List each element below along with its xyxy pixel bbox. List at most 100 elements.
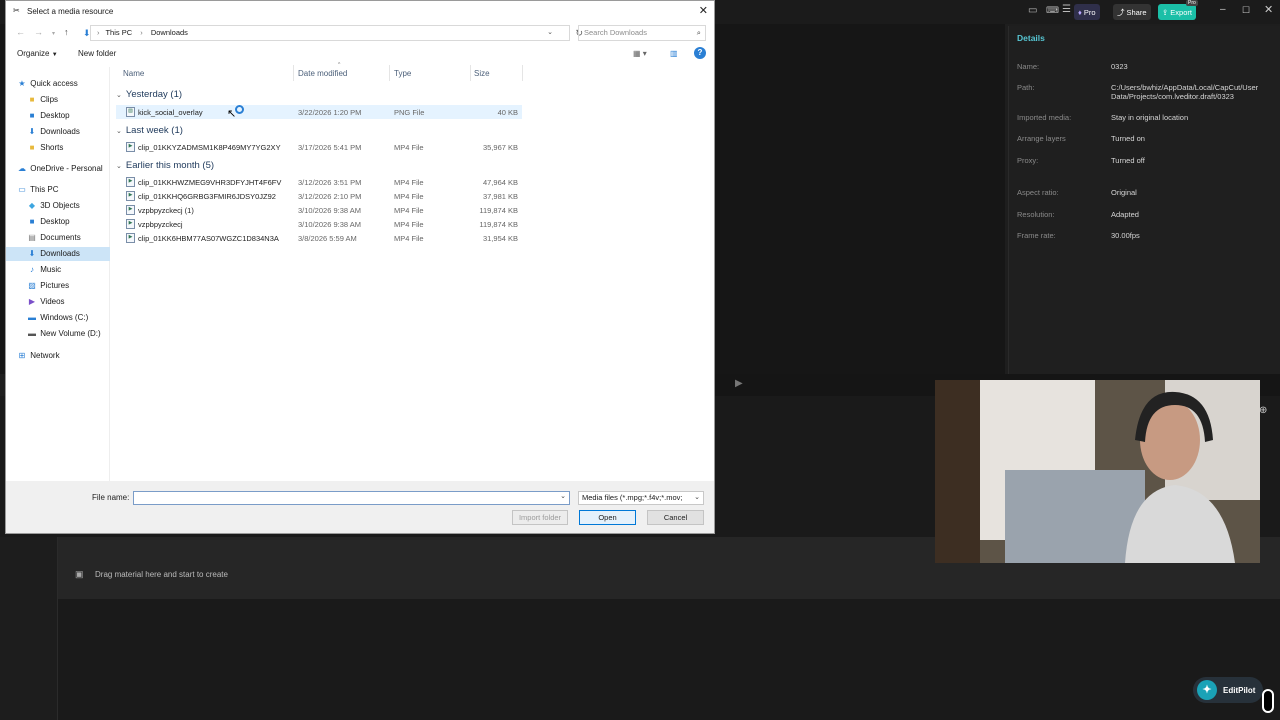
search-input[interactable]: Search Downloads ⌕ xyxy=(578,25,706,41)
new-folder-button[interactable]: New folder xyxy=(78,49,116,58)
nav-item-3d-objects[interactable]: ◆ 3D Objects xyxy=(26,199,130,213)
organize-button[interactable]: Organize ▼ xyxy=(17,49,58,58)
nav-item-desktop-quick[interactable]: ■ Desktop xyxy=(26,109,130,123)
video-file-icon: ▶ xyxy=(126,177,135,187)
file-name-input[interactable] xyxy=(134,492,554,504)
help-icon[interactable]: ? xyxy=(694,47,706,59)
file-name: clip_01KK6HBM77AS07WGZC1D834N3A xyxy=(138,234,279,243)
editpilot-icon: ✦ xyxy=(1197,680,1217,700)
file-name-field[interactable]: ⌄ xyxy=(133,491,570,505)
webcam-image xyxy=(935,380,1260,563)
import-folder-button[interactable]: Import folder xyxy=(512,510,568,525)
scroll-handle[interactable] xyxy=(1262,689,1274,713)
column-header-size[interactable]: Size xyxy=(474,69,490,78)
video-file-icon: ▶ xyxy=(126,142,135,152)
forward-arrow-icon[interactable]: → xyxy=(34,27,43,37)
file-type: MP4 File xyxy=(394,143,424,152)
file-row[interactable]: ▶ clip_01KKHQ6GRBG3FMIR6JDSY0JZ92 3/12/2… xyxy=(116,189,522,203)
nav-item-documents[interactable]: ▤ Documents xyxy=(26,231,130,245)
file-row[interactable]: ▶ clip_01KKYZADMSM1K8P469MY7YG2XY 3/17/2… xyxy=(116,140,522,154)
desktop-icon: ■ xyxy=(29,217,35,226)
nav-item-music[interactable]: ♪ Music xyxy=(26,263,130,277)
nav-item-clips[interactable]: ■ Clips xyxy=(26,93,130,107)
close-app-icon[interactable]: ✕ xyxy=(1264,3,1273,16)
nav-item-shorts[interactable]: ■ Shorts xyxy=(26,141,130,155)
minimize-icon[interactable]: – xyxy=(1220,4,1226,15)
chevron-down-icon: ▼ xyxy=(51,52,58,58)
column-divider[interactable] xyxy=(522,65,523,81)
search-placeholder: Search Downloads xyxy=(584,28,647,37)
address-box[interactable]: ⬇ › This PC › Downloads ⌄ ↻ xyxy=(83,25,583,41)
pro-button[interactable]: ♦ Pro xyxy=(1074,4,1100,20)
file-name: clip_01KKHQ6GRBG3FMIR6JDSY0JZ92 xyxy=(138,192,276,201)
nav-item-this-pc[interactable]: ▭ This PC xyxy=(16,183,120,197)
file-row[interactable]: ▶ clip_01KKHWZMEG9VHR3DFYJHT4F6FV 3/12/2… xyxy=(116,175,522,189)
file-row[interactable]: ▶ vzpbpyzckecj (1) 3/10/2026 9:38 AM MP4… xyxy=(116,203,522,217)
nav-item-new-volume-d[interactable]: ▬ New Volume (D:) xyxy=(26,327,130,341)
column-header-date[interactable]: Date modified xyxy=(298,69,347,78)
file-size: 47,964 KB xyxy=(482,178,518,187)
file-name: clip_01KKYZADMSM1K8P469MY7YG2XY xyxy=(138,143,281,152)
cube-icon: ◆ xyxy=(28,201,36,210)
nav-item-quick-access[interactable]: ★ Quick access xyxy=(16,77,120,91)
menu-icon[interactable]: ☰ xyxy=(1062,4,1071,15)
nav-item-network[interactable]: ⊞ Network xyxy=(16,349,120,363)
column-divider[interactable] xyxy=(470,65,471,81)
column-divider[interactable] xyxy=(389,65,390,81)
up-arrow-icon[interactable]: ↑ xyxy=(64,27,69,37)
share-button[interactable]: ⤴ Share xyxy=(1113,4,1151,20)
chevron-down-icon[interactable]: ⌄ xyxy=(560,492,566,500)
nav-item-pictures[interactable]: ▨ Pictures xyxy=(26,279,130,293)
preview-pane-icon[interactable]: ▥ xyxy=(670,49,678,58)
nav-item-downloads[interactable]: ⬇ Downloads xyxy=(6,247,110,261)
organize-label: Organize xyxy=(17,49,50,58)
play-icon[interactable]: ▶ xyxy=(735,378,743,389)
column-divider[interactable] xyxy=(293,65,294,81)
view-options-icon[interactable]: ▦ ▾ xyxy=(633,49,647,58)
nav-item-videos[interactable]: ▶ Videos xyxy=(26,295,130,309)
cancel-button[interactable]: Cancel xyxy=(647,510,704,525)
recent-dropdown-icon[interactable]: ▾ xyxy=(52,30,55,37)
nav-item-onedrive[interactable]: ☁ OneDrive - Personal xyxy=(16,162,120,176)
add-overlay-icon[interactable]: ⊕ xyxy=(1259,405,1267,416)
file-row[interactable]: ▶ vzpbpyzckecj 3/10/2026 9:38 AM MP4 Fil… xyxy=(116,217,522,231)
close-icon[interactable]: ✕ xyxy=(699,4,708,17)
details-title: Details xyxy=(1017,33,1045,43)
file-name: vzpbpyzckecj (1) xyxy=(138,206,194,215)
maximize-icon[interactable]: ☐ xyxy=(1242,5,1250,16)
diamond-icon: ♦ xyxy=(1078,7,1082,17)
layout-icon[interactable]: ▭ xyxy=(1028,5,1037,16)
file-type: PNG File xyxy=(394,108,425,117)
column-header-type[interactable]: Type xyxy=(394,69,411,78)
file-row[interactable]: ▨ kick_social_overlay 3/22/2026 1:20 PM … xyxy=(116,105,522,119)
file-row[interactable]: ▶ clip_01KK6HBM77AS07WGZC1D834N3A 3/8/20… xyxy=(116,231,522,245)
group-header-yesterday[interactable]: ⌄ Yesterday (1) xyxy=(116,89,182,100)
file-size: 31,954 KB xyxy=(482,234,518,243)
computer-icon: ▭ xyxy=(18,185,26,194)
shortcut-icon[interactable]: ⌨ xyxy=(1046,5,1059,16)
share-icon: ⤴ xyxy=(1117,7,1125,17)
navigation-pane: ★ Quick access ■ Clips ■ Desktop ⬇ Downl… xyxy=(6,67,110,481)
address-dropdown-icon[interactable]: ⌄ xyxy=(547,26,553,40)
nav-item-windows-c[interactable]: ▬ Windows (C:) xyxy=(26,311,130,325)
group-header-last-week[interactable]: ⌄ Last week (1) xyxy=(116,125,183,136)
dialog-title: Select a media resource xyxy=(27,7,114,16)
editpilot-button[interactable]: ✦ EditPilot xyxy=(1193,677,1263,703)
column-header-name[interactable]: Name xyxy=(123,69,144,78)
nav-item-desktop[interactable]: ■ Desktop xyxy=(26,215,130,229)
open-button[interactable]: Open xyxy=(579,510,636,525)
file-size: 119,874 KB xyxy=(479,220,518,229)
nav-item-downloads-quick[interactable]: ⬇ Downloads xyxy=(26,125,130,139)
export-button[interactable]: ⇪ Export xyxy=(1158,4,1196,20)
search-icon: ⌕ xyxy=(696,28,701,37)
document-icon: ▤ xyxy=(28,233,36,242)
file-size: 40 KB xyxy=(497,108,518,117)
back-arrow-icon[interactable]: ← xyxy=(16,27,25,37)
file-date: 3/17/2026 5:41 PM xyxy=(298,143,362,152)
breadcrumb-this-pc[interactable]: This PC xyxy=(105,28,132,37)
group-header-earlier-this-month[interactable]: ⌄ Earlier this month (5) xyxy=(116,160,214,171)
export-pro-badge: Pro xyxy=(1186,0,1198,6)
breadcrumb-downloads[interactable]: Downloads xyxy=(151,28,188,37)
timeline-track-header xyxy=(0,537,58,720)
file-type-filter[interactable]: Media files (*.mpg;*.f4v;*.mov; ⌄ xyxy=(578,491,704,505)
